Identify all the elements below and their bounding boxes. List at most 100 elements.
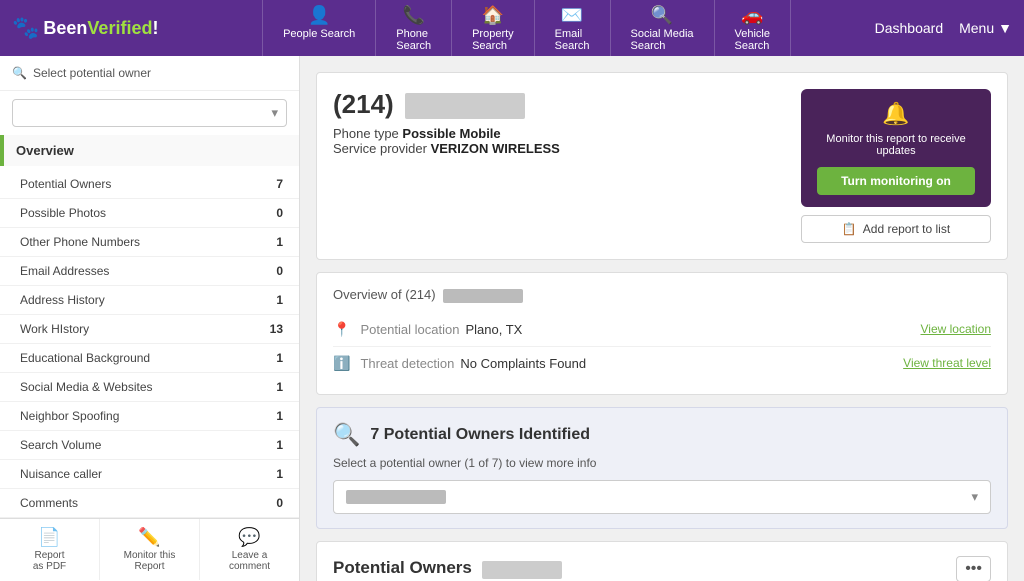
section-header: Potential Owners ••• — [333, 556, 991, 581]
chevron-down-icon: ▼ — [998, 20, 1012, 36]
sidebar-item-potential-owners[interactable]: Potential Owners 7 — [0, 170, 299, 199]
logo-verified: Verified — [87, 18, 152, 39]
nav-vehicle-search[interactable]: 🚗 VehicleSearch — [715, 0, 791, 58]
nav-right: Dashboard Menu ▼ — [875, 20, 1012, 36]
phone-header-card: (214) Phone type Possible Mobile Service… — [316, 72, 1008, 260]
logo-exclaim: ! — [152, 18, 158, 39]
footer-comment-label: Leave acomment — [229, 550, 270, 572]
comment-icon: 💬 — [238, 527, 260, 548]
sidebar-item-label: Other Phone Numbers — [20, 235, 140, 249]
more-options-button[interactable]: ••• — [956, 556, 991, 581]
nav-social-search[interactable]: 🔍 Social MediaSearch — [611, 0, 715, 58]
sidebar-item-count: 1 — [276, 351, 283, 365]
main-layout: 🔍 Select potential owner ▾ Overview Pote… — [0, 56, 1024, 581]
sidebar-item-count: 0 — [276, 206, 283, 220]
sidebar-item-label: Search Volume — [20, 438, 101, 452]
sidebar-item-count: 1 — [276, 467, 283, 481]
sidebar-item-educational-background[interactable]: Educational Background 1 — [0, 344, 299, 373]
footer-leave-comment[interactable]: 💬 Leave acomment — [200, 519, 299, 580]
select-owner-dropdown[interactable]: ▾ — [12, 99, 287, 127]
phone-type-value: Possible Mobile — [402, 126, 500, 141]
sidebar-item-work-history[interactable]: Work HIstory 13 — [0, 315, 299, 344]
sidebar-item-label: Neighbor Spoofing — [20, 409, 119, 423]
location-icon: 📍 — [333, 321, 350, 338]
sidebar-item-count: 1 — [276, 409, 283, 423]
overview-prefix: Overview of (214) — [333, 287, 436, 302]
sidebar-item-count: 0 — [276, 496, 283, 510]
section-title: Potential Owners — [333, 558, 472, 577]
threat-label: Threat detection — [360, 356, 454, 371]
sidebar-item-social-media[interactable]: Social Media & Websites 1 — [0, 373, 299, 402]
location-label: Potential location — [360, 322, 459, 337]
phone-icon: 📞 — [402, 5, 424, 26]
sidebar-item-label: Educational Background — [20, 351, 150, 365]
po-subtitle: Select a potential owner (1 of 7) to vie… — [333, 456, 991, 470]
sidebar-item-count: 0 — [276, 264, 283, 278]
view-threat-link[interactable]: View threat level — [903, 356, 991, 370]
menu-button[interactable]: Menu ▼ — [959, 20, 1012, 36]
overview-card: Overview of (214) 📍 Potential location P… — [316, 272, 1008, 395]
overview-label: Overview — [16, 143, 74, 158]
monitor-text: Monitor this report to receive updates — [817, 133, 975, 157]
social-icon: 🔍 — [651, 5, 673, 26]
dashboard-link[interactable]: Dashboard — [875, 20, 944, 36]
phone-info-section: (214) Phone type Possible Mobile Service… — [333, 89, 560, 156]
sidebar-item-label: Possible Photos — [20, 206, 106, 220]
footer-report-pdf[interactable]: 📄 Reportas PDF — [0, 519, 100, 580]
sidebar-item-neighbor-spoofing[interactable]: Neighbor Spoofing 1 — [0, 402, 299, 431]
info-icon: ℹ️ — [333, 355, 350, 372]
add-report-button[interactable]: 📋 Add report to list — [801, 215, 991, 243]
nav-people-search[interactable]: 👤 People Search — [262, 0, 376, 58]
sidebar-item-count: 1 — [276, 235, 283, 249]
vehicle-icon: 🚗 — [741, 5, 763, 26]
owner-select-dropdown[interactable]: ▾ — [333, 480, 991, 514]
turn-monitoring-on-button[interactable]: Turn monitoring on — [817, 167, 975, 195]
footer-monitor-report[interactable]: ✏️ Monitor thisReport — [100, 519, 200, 580]
sidebar-item-label: Work HIstory — [20, 322, 89, 336]
overview-blur — [443, 289, 523, 303]
sidebar-item-email-addresses[interactable]: Email Addresses 0 — [0, 257, 299, 286]
footer-pdf-label: Reportas PDF — [33, 550, 66, 572]
logo: 🐾 BeenVerified! — [12, 15, 158, 41]
po-header: 🔍 7 Potential Owners Identified — [333, 422, 991, 448]
phone-type-row: Phone type Possible Mobile — [333, 126, 560, 141]
potential-owners-section: Potential Owners ••• 👤 Search person — [316, 541, 1008, 581]
sidebar-item-comments[interactable]: Comments 0 — [0, 489, 299, 518]
top-navigation: 🐾 BeenVerified! 👤 People Search 📞 PhoneS… — [0, 0, 1024, 56]
list-icon: 📋 — [842, 222, 857, 236]
sidebar-item-count: 7 — [276, 177, 283, 191]
people-icon: 👤 — [308, 5, 330, 26]
sidebar-item-count: 13 — [270, 322, 283, 336]
main-content: (214) Phone type Possible Mobile Service… — [300, 56, 1024, 581]
monitor-section: 🔔 Monitor this report to receive updates… — [801, 89, 991, 243]
nav-people-label: People Search — [283, 28, 355, 40]
footer-monitor-label: Monitor thisReport — [124, 550, 176, 572]
property-icon: 🏠 — [482, 5, 504, 26]
phone-blur — [405, 93, 525, 119]
sidebar-list: Potential Owners 7 Possible Photos 0 Oth… — [0, 170, 299, 518]
sidebar-overview[interactable]: Overview — [0, 135, 299, 166]
view-location-link[interactable]: View location — [921, 322, 992, 336]
sidebar-item-possible-photos[interactable]: Possible Photos 0 — [0, 199, 299, 228]
bell-icon: 🔔 — [817, 101, 975, 127]
sidebar-item-address-history[interactable]: Address History 1 — [0, 286, 299, 315]
sidebar-header: 🔍 Select potential owner — [0, 56, 299, 91]
logo-been: Been — [43, 18, 87, 39]
monitor-icon: ✏️ — [138, 527, 160, 548]
nav-email-label: EmailSearch — [555, 28, 590, 52]
chevron-down-icon: ▾ — [971, 489, 978, 505]
sidebar-item-other-phones[interactable]: Other Phone Numbers 1 — [0, 228, 299, 257]
phone-prefix: (214) — [333, 89, 394, 119]
overview-title: Overview of (214) — [333, 287, 991, 303]
nav-phone-search[interactable]: 📞 PhoneSearch — [376, 0, 452, 58]
sidebar-item-nuisance-caller[interactable]: Nuisance caller 1 — [0, 460, 299, 489]
sidebar-item-search-volume[interactable]: Search Volume 1 — [0, 431, 299, 460]
nav-items: 👤 People Search 📞 PhoneSearch 🏠 Property… — [178, 0, 874, 58]
sidebar-item-label: Address History — [20, 293, 105, 307]
search-circle-icon: 🔍 — [333, 422, 360, 448]
phone-provider-row: Service provider VERIZON WIRELESS — [333, 141, 560, 156]
nav-property-search[interactable]: 🏠 PropertySearch — [452, 0, 535, 58]
nav-email-search[interactable]: ✉️ EmailSearch — [535, 0, 611, 58]
menu-label: Menu — [959, 20, 994, 36]
section-title-blur — [482, 561, 562, 579]
